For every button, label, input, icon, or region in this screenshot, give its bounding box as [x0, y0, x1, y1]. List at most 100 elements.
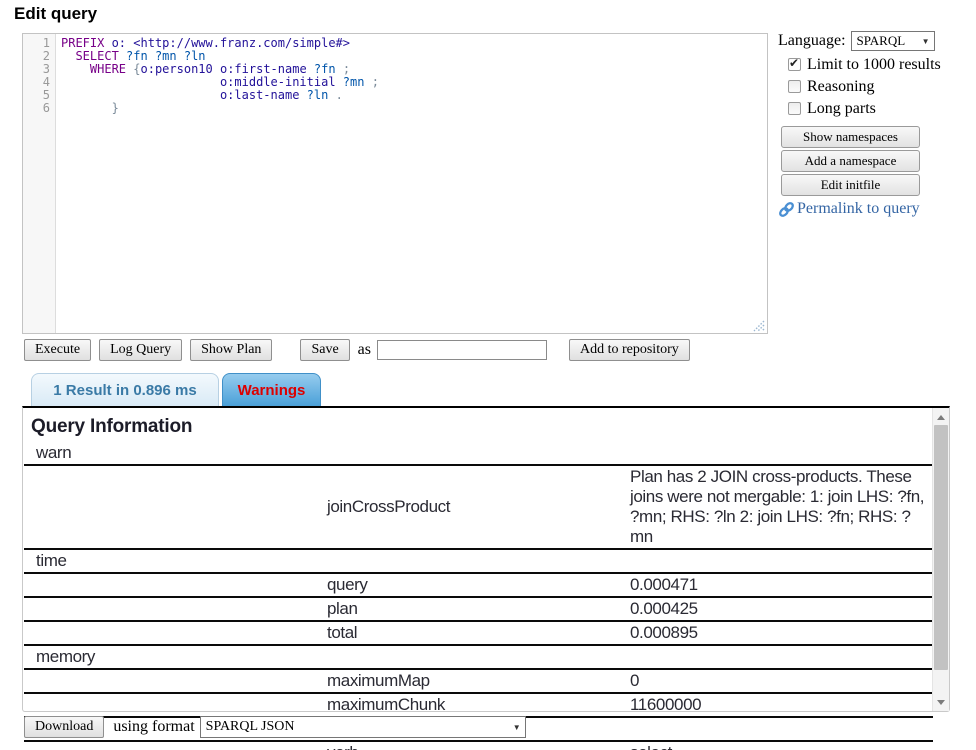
entry-key: verb [327, 741, 630, 750]
scrollbar-thumb[interactable] [934, 425, 948, 670]
entry-key: total [327, 621, 630, 645]
entry-value: select [630, 741, 933, 750]
code-token: <http://www.franz.com/simple#> [133, 36, 350, 50]
entry-value-text: 0.000425 [630, 599, 933, 619]
checkbox-unchecked[interactable] [788, 102, 801, 115]
checkbox-label: Reasoning [807, 78, 875, 96]
category-row: memory [24, 645, 933, 669]
entry-value: 0.000895 [630, 621, 933, 645]
add-to-repository-button[interactable]: Add to repository [569, 339, 690, 361]
code-line[interactable]: } [61, 102, 767, 115]
language-label: Language: [778, 32, 846, 50]
query-options-panel: Language: SPARQL ▼ Limit to 1000 results… [776, 31, 974, 218]
show-plan-button[interactable]: Show Plan [190, 339, 272, 361]
edit-query-page: Edit query 123456 PREFIX o: <http://www.… [0, 0, 976, 750]
language-select[interactable]: SPARQL ▼ [851, 31, 935, 51]
entry-row: verbselect [24, 741, 933, 750]
code-token: o:last-name [220, 88, 307, 102]
category-label: warn [24, 442, 933, 465]
option-checkbox-row: Reasoning [788, 78, 974, 95]
entry-value-text: 0.000895 [630, 623, 933, 643]
resize-grip-icon [753, 320, 765, 332]
entry-value-text: select [630, 743, 933, 750]
entry-value: 0 [630, 669, 933, 693]
query-code-area[interactable]: PREFIX o: <http://www.franz.com/simple#>… [56, 34, 767, 333]
query-information-table: warnjoinCrossProductPlan has 2 JOIN cros… [24, 442, 933, 750]
entry-value: 11600000 [630, 693, 933, 717]
link-icon [778, 201, 795, 218]
chevron-down-icon: ▼ [922, 37, 930, 46]
scroll-down-arrow[interactable] [933, 694, 949, 710]
save-name-input[interactable] [377, 340, 547, 360]
option-checkbox-row: Long parts [788, 100, 974, 117]
spacer-cell [24, 741, 327, 750]
resize-handle[interactable] [753, 319, 765, 331]
option-checkbox-row: Limit to 1000 results [788, 56, 974, 73]
edit-initfile-button[interactable]: Edit initfile [781, 174, 920, 196]
option-checkbox-list: Limit to 1000 results Reasoning Long parts [776, 56, 974, 117]
chevron-down-icon: ▼ [513, 723, 521, 732]
entry-row: maximumChunk11600000 [24, 693, 933, 717]
query-editor[interactable]: 123456 PREFIX o: <http://www.franz.com/s… [22, 33, 768, 334]
code-token: ?fn [126, 49, 155, 63]
code-token: ?mn [155, 49, 184, 63]
checkbox-checked[interactable] [788, 58, 801, 71]
execute-button[interactable]: Execute [24, 339, 91, 361]
code-token: ?mn [343, 75, 372, 89]
entry-value: Plan has 2 JOIN cross-products. These jo… [630, 465, 933, 549]
line-number: 6 [23, 102, 50, 115]
add-a-namespace-button[interactable]: Add a namespace [781, 150, 920, 172]
code-token: o:person10 [141, 62, 220, 76]
scrollbar[interactable] [932, 408, 949, 711]
download-bar: Download using format SPARQL JSON ▼ [24, 716, 526, 738]
format-select-value: SPARQL JSON [206, 719, 295, 735]
language-select-value: SPARQL [857, 33, 906, 49]
save-button[interactable]: Save [300, 339, 349, 361]
using-format-label: using format [113, 718, 194, 736]
entry-value: 0.000471 [630, 573, 933, 597]
entry-key: maximumChunk [327, 693, 630, 717]
entry-key: maximumMap [327, 669, 630, 693]
query-information-heading: Query Information [31, 416, 949, 438]
entry-key: plan [327, 597, 630, 621]
spacer-cell [24, 465, 327, 549]
format-select[interactable]: SPARQL JSON ▼ [200, 716, 526, 738]
entry-value-text: 0 [630, 671, 933, 691]
show-namespaces-button[interactable]: Show namespaces [781, 126, 920, 148]
scroll-up-arrow[interactable] [933, 409, 949, 425]
namespace-buttons: Show namespacesAdd a namespaceEdit initf… [781, 126, 974, 196]
code-token: ; [372, 75, 379, 89]
category-label: time [24, 549, 933, 573]
language-row: Language: SPARQL ▼ [778, 31, 974, 51]
spacer-cell [24, 621, 327, 645]
category-row: warn [24, 442, 933, 465]
code-token: ; [343, 62, 350, 76]
permalink-to-query-link[interactable]: Permalink to query [778, 200, 974, 218]
category-label: memory [24, 645, 933, 669]
checkbox-unchecked[interactable] [788, 80, 801, 93]
entry-value-text: 0.000471 [630, 575, 933, 595]
results-tab-bar: 1 Result in 0.896 msWarnings [31, 373, 321, 406]
code-token: o: [112, 36, 134, 50]
code-token: o:middle-initial [220, 75, 343, 89]
download-button[interactable]: Download [24, 716, 104, 738]
entry-value: 0.000425 [630, 597, 933, 621]
code-token: PREFIX [61, 36, 112, 50]
spacer-cell [24, 693, 327, 717]
save-as-label: as [358, 341, 371, 359]
code-line[interactable]: o:last-name ?ln . [61, 89, 767, 102]
code-token: ?ln [307, 88, 336, 102]
code-token: o:first-name [220, 62, 314, 76]
code-token: WHERE [90, 62, 133, 76]
entry-row: maximumMap0 [24, 669, 933, 693]
tab-warnings[interactable]: Warnings [222, 373, 321, 406]
permalink-label: Permalink to query [797, 200, 920, 218]
checkbox-label: Long parts [807, 100, 876, 118]
tab-1-result-in-0-896-ms[interactable]: 1 Result in 0.896 ms [31, 373, 219, 406]
log-query-button[interactable]: Log Query [99, 339, 182, 361]
entry-key: joinCrossProduct [327, 465, 630, 549]
checkbox-label: Limit to 1000 results [807, 56, 941, 74]
entry-row: plan0.000425 [24, 597, 933, 621]
spacer-cell [24, 573, 327, 597]
spacer-cell [24, 597, 327, 621]
